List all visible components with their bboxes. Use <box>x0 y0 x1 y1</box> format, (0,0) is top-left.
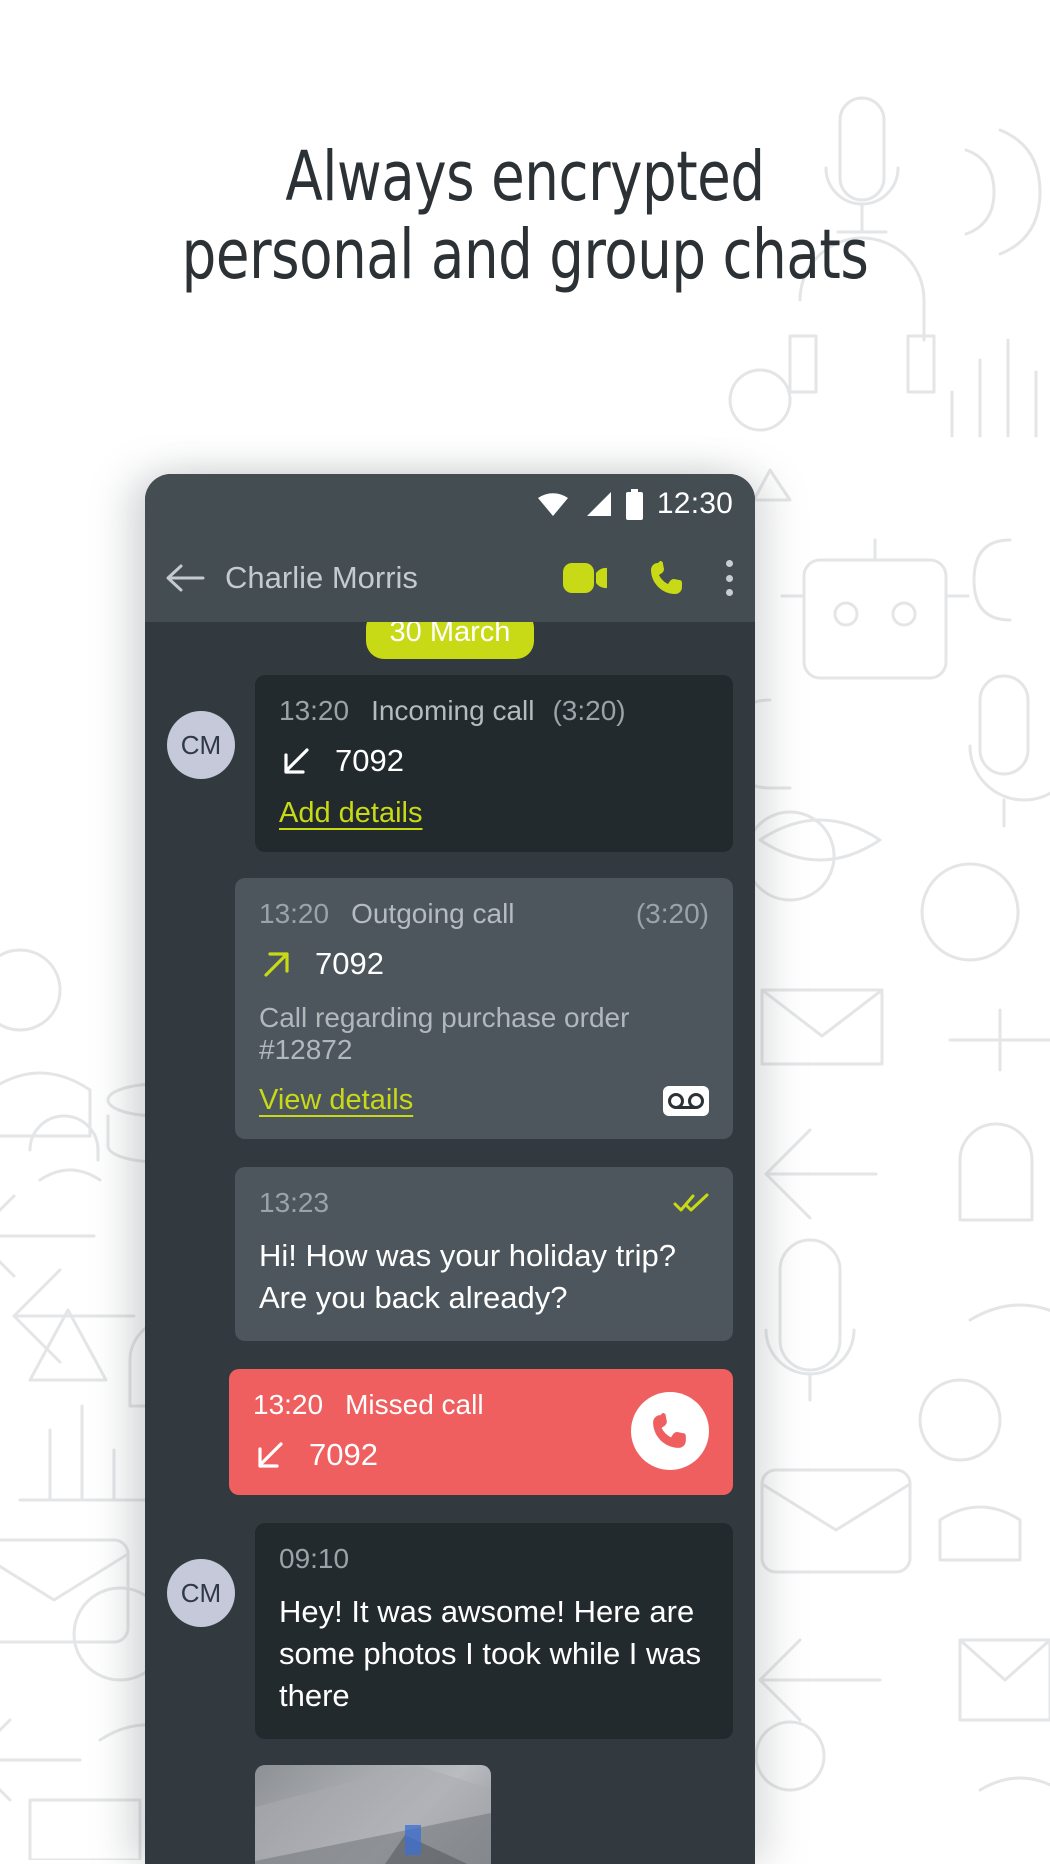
chat-title: Charlie Morris <box>225 560 418 595</box>
wifi-icon <box>537 493 568 516</box>
back-arrow-icon[interactable] <box>165 561 205 595</box>
arrow-incoming-icon <box>258 1442 283 1468</box>
call-number-line: 7092 <box>279 743 709 779</box>
call-duration: (3:20) <box>635 898 709 929</box>
call-duration: (3:20) <box>552 695 626 726</box>
status-bar: 12:30 <box>145 474 755 534</box>
headline-line-1: Always encrypted <box>285 137 765 217</box>
incoming-call-bubble[interactable]: 13:20 Incoming call (3:20) 7092 Add deta… <box>255 675 733 852</box>
message-row-missed-call[interactable]: 13:20 Missed call 7092 <box>145 1369 755 1495</box>
chat-message-list[interactable]: 30 March CM 13:20 Incoming call (3:20) 7… <box>145 622 755 1864</box>
message-row-sent-text[interactable]: 13:23 Hi! How was your holiday trip? Are… <box>145 1167 755 1341</box>
message-text: Hey! It was awsome! Here are some photos… <box>279 1594 702 1713</box>
call-number: 7092 <box>309 1437 378 1472</box>
call-meta: 13:20 Outgoing call (3:20) <box>259 898 709 930</box>
add-details-link[interactable]: Add details <box>279 797 423 830</box>
phone-mockup: 12:30 Charlie Morris 30 March CM 13:20 I… <box>145 474 755 1864</box>
message-time: 13:23 <box>259 1187 330 1218</box>
arrow-outgoing-icon <box>264 952 289 977</box>
cellular-signal-icon <box>586 492 611 516</box>
phone-icon[interactable] <box>649 560 685 596</box>
chat-toolbar: Charlie Morris <box>145 534 755 622</box>
message-text: Hi! How was your holiday trip? Are you b… <box>259 1238 676 1315</box>
message-time: 09:10 <box>279 1543 350 1574</box>
message-time: 13:20 <box>253 1389 324 1420</box>
message-time: 13:20 <box>259 898 330 929</box>
photo-thumbnail-icon <box>255 1765 491 1864</box>
received-text-bubble[interactable]: 09:10 Hey! It was awsome! Here are some … <box>255 1523 733 1739</box>
call-number-line: 7092 <box>259 946 709 982</box>
call-meta: 13:20 Missed call <box>253 1389 613 1421</box>
page-headline: Always encrypted personal and group chat… <box>63 138 987 294</box>
date-chip-label: 30 March <box>365 622 535 659</box>
call-number-line: 7092 <box>253 1437 613 1473</box>
arrow-incoming-icon <box>284 748 309 774</box>
message-time: 13:20 <box>279 695 350 726</box>
call-number: 7092 <box>315 946 384 981</box>
sent-text-bubble[interactable]: 13:23 Hi! How was your holiday trip? Are… <box>235 1167 733 1341</box>
outgoing-call-bubble[interactable]: 13:20 Outgoing call (3:20) 7092 Call reg… <box>235 878 733 1139</box>
missed-call-row: 13:20 Missed call 7092 <box>253 1389 709 1473</box>
status-bar-time: 12:30 <box>656 487 733 520</box>
message-header: 13:23 <box>259 1187 709 1219</box>
missed-call-bubble[interactable]: 13:20 Missed call 7092 <box>229 1369 733 1495</box>
more-vertical-icon[interactable] <box>725 560 733 596</box>
call-note: Call regarding purchase order #12872 <box>259 1002 630 1065</box>
call-kind: Incoming call <box>371 695 535 726</box>
avatar: CM <box>167 1559 235 1627</box>
headline-line-2: personal and group chats <box>181 215 869 295</box>
call-kind: Outgoing call <box>351 898 515 929</box>
call-link-line: Add details <box>279 797 709 830</box>
photo-attachment[interactable] <box>255 1765 491 1864</box>
phone-icon <box>653 1413 686 1448</box>
call-back-button[interactable] <box>631 1392 709 1470</box>
call-number: 7092 <box>335 743 404 778</box>
avatar: CM <box>167 711 235 779</box>
battery-icon <box>625 488 643 520</box>
message-row-outgoing-call[interactable]: 13:20 Outgoing call (3:20) 7092 Call reg… <box>145 878 755 1139</box>
video-camera-icon[interactable] <box>563 561 609 595</box>
call-meta: 13:20 Incoming call (3:20) <box>279 695 709 727</box>
message-row-received-text[interactable]: CM 09:10 Hey! It was awsome! Here are so… <box>145 1523 755 1739</box>
missed-call-info: 13:20 Missed call 7092 <box>253 1389 613 1473</box>
view-details-link[interactable]: View details <box>259 1084 413 1117</box>
message-row-incoming-call[interactable]: CM 13:20 Incoming call (3:20) 7092 Add d… <box>145 675 755 852</box>
call-kind: Missed call <box>345 1389 484 1420</box>
voicemail-icon[interactable] <box>663 1085 709 1116</box>
double-check-icon <box>673 1193 709 1212</box>
call-link-line: View details <box>259 1084 709 1117</box>
message-row-received-photo[interactable]: CM <box>145 1765 755 1864</box>
date-separator: 30 March <box>145 622 755 659</box>
